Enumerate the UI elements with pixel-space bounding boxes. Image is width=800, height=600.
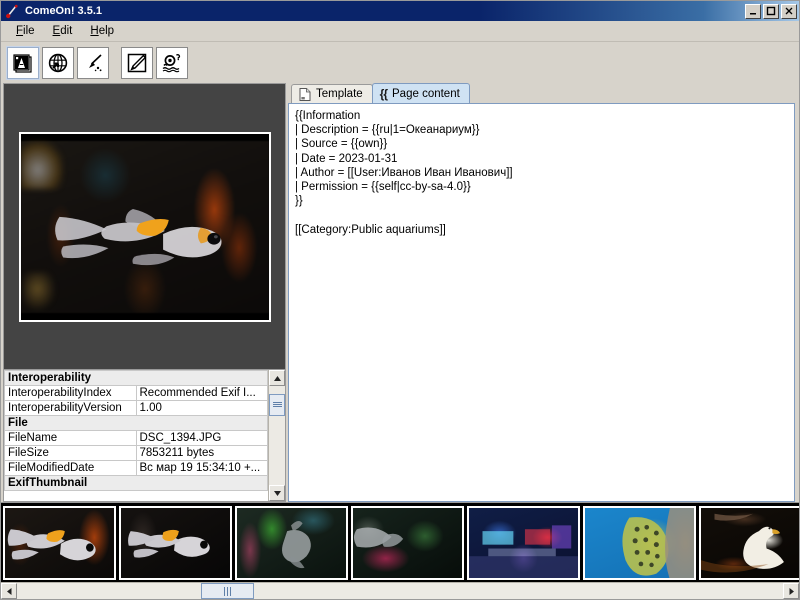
document-icon bbox=[299, 87, 311, 101]
preview-blurred-fish-top bbox=[20, 140, 63, 189]
table-section-row: Interoperability bbox=[4, 370, 268, 386]
toolbar-help-button[interactable] bbox=[156, 46, 188, 79]
scroll-left-button[interactable] bbox=[1, 583, 17, 599]
thumbnail-moray-eel bbox=[622, 507, 694, 578]
app-icon bbox=[5, 3, 21, 19]
table-section-row: ExifThumbnail bbox=[4, 475, 268, 491]
toolbar-wand-button[interactable] bbox=[77, 46, 109, 79]
thumbnail-horizontal-scrollbar[interactable] bbox=[1, 582, 799, 599]
wand-icon bbox=[81, 51, 105, 75]
page-content-editor[interactable]: {{Information | Description = {{ru|1=Оке… bbox=[288, 103, 795, 502]
thumbnail-6[interactable] bbox=[583, 505, 696, 580]
thumbnail-swan bbox=[701, 513, 784, 573]
scroll-right-button[interactable] bbox=[783, 583, 799, 599]
table-row[interactable]: FileName DSC_1394.JPG bbox=[4, 430, 268, 446]
metadata-vertical-scrollbar[interactable] bbox=[268, 370, 285, 501]
metadata-value: 7853211 bytes bbox=[135, 445, 268, 461]
braces-icon: {{ bbox=[379, 86, 388, 101]
thumbnail-scroll-track[interactable] bbox=[17, 583, 783, 599]
metadata-key: InteroperabilityIndex bbox=[4, 385, 137, 401]
scroll-grip-icon bbox=[272, 401, 282, 408]
metadata-key: FileName bbox=[4, 430, 137, 446]
metadata-value: Recommended Exif I... bbox=[135, 385, 268, 401]
metadata-key: FileModifiedDate bbox=[4, 460, 137, 476]
menu-edit[interactable]: Edit bbox=[44, 23, 82, 39]
close-button[interactable] bbox=[781, 3, 797, 19]
main-body: Interoperability InteroperabilityIndex R… bbox=[1, 83, 799, 502]
window-controls bbox=[745, 3, 797, 19]
table-row[interactable]: InteroperabilityIndex Recommended Exif I… bbox=[4, 385, 268, 401]
application-window: ComeOn! 3.5.1 File Edit Help Interoperab… bbox=[0, 0, 800, 600]
thumbnail-5[interactable] bbox=[467, 505, 580, 580]
metadata-section-label: File bbox=[4, 415, 268, 431]
toolbar-images-button[interactable] bbox=[6, 45, 40, 80]
metadata-key: InteroperabilityVersion bbox=[4, 400, 137, 416]
tab-page-content-label: Page content bbox=[392, 87, 460, 100]
metadata-table: Interoperability InteroperabilityIndex R… bbox=[4, 370, 268, 491]
table-row[interactable]: FileModifiedDate Вс мар 19 15:34:10 +... bbox=[4, 460, 268, 476]
menu-bar: File Edit Help bbox=[1, 21, 799, 42]
table-section-row: File bbox=[4, 415, 268, 431]
thumbnail-4[interactable] bbox=[351, 505, 464, 580]
help-person-icon bbox=[160, 51, 184, 75]
page-content-text: {{Information | Description = {{ru|1=Оке… bbox=[295, 110, 513, 236]
left-pane: Interoperability InteroperabilityIndex R… bbox=[3, 83, 286, 502]
metadata-key: FileSize bbox=[4, 445, 137, 461]
thumbnail-1[interactable] bbox=[3, 505, 116, 580]
metadata-scroll-thumb[interactable] bbox=[269, 393, 285, 416]
tab-page-content[interactable]: {{ Page content bbox=[371, 83, 470, 103]
toolbar bbox=[1, 42, 799, 83]
thumbnail-fish-3 bbox=[282, 520, 311, 568]
menu-file-label: ile bbox=[23, 25, 35, 37]
edit-pencil-icon bbox=[125, 51, 149, 75]
preview-fish-subject bbox=[55, 208, 222, 266]
scroll-grip-icon bbox=[224, 586, 232, 596]
thumbnail-scroll-thumb[interactable] bbox=[200, 583, 255, 599]
globe-upload-icon bbox=[46, 51, 70, 75]
minimize-button[interactable] bbox=[745, 3, 761, 19]
preview-blurred-object bbox=[22, 272, 56, 310]
thumbnail-fish-1 bbox=[7, 528, 96, 560]
thumbnail-strip[interactable] bbox=[1, 502, 799, 582]
right-pane: Template {{ Page content {{Information |… bbox=[288, 83, 797, 502]
selected-image-preview[interactable] bbox=[3, 83, 286, 370]
table-row[interactable]: FileSize 7853211 bytes bbox=[4, 445, 268, 461]
toolbar-edit-button[interactable] bbox=[121, 46, 153, 79]
thumbnail-aquarium-hall bbox=[469, 524, 578, 578]
maximize-button[interactable] bbox=[763, 3, 779, 19]
toolbar-separator bbox=[112, 47, 118, 79]
images-icon bbox=[11, 51, 35, 75]
thumbnail-3[interactable] bbox=[235, 505, 348, 580]
thumbnail-2[interactable] bbox=[119, 505, 232, 580]
metadata-value: Вс мар 19 15:34:10 +... bbox=[135, 460, 268, 476]
tab-strip: Template {{ Page content bbox=[288, 83, 795, 103]
window-title: ComeOn! 3.5.1 bbox=[25, 5, 103, 17]
tab-template[interactable]: Template bbox=[291, 84, 373, 103]
metadata-section-label: Interoperability bbox=[4, 370, 268, 386]
menu-help[interactable]: Help bbox=[81, 23, 123, 39]
preview-photo-frame bbox=[18, 131, 271, 322]
tab-template-label: Template bbox=[316, 88, 363, 100]
metadata-value: 1.00 bbox=[135, 400, 268, 416]
thumbnail-7[interactable] bbox=[699, 505, 799, 580]
metadata-scroll-track[interactable] bbox=[269, 386, 285, 485]
scroll-down-button[interactable] bbox=[269, 485, 285, 501]
thumbnail-fish-2 bbox=[128, 529, 210, 558]
scroll-up-button[interactable] bbox=[269, 370, 285, 386]
metadata-panel: Interoperability InteroperabilityIndex R… bbox=[3, 370, 286, 502]
menu-edit-label: dit bbox=[60, 25, 73, 37]
metadata-table-viewport: Interoperability InteroperabilityIndex R… bbox=[4, 370, 268, 501]
metadata-section-label: ExifThumbnail bbox=[4, 475, 268, 491]
thumbnail-fish-4 bbox=[353, 526, 404, 547]
toolbar-upload-button[interactable] bbox=[42, 46, 74, 79]
menu-file[interactable]: File bbox=[7, 23, 44, 39]
menu-help-label: elp bbox=[98, 25, 115, 37]
metadata-value: DSC_1394.JPG bbox=[135, 430, 268, 446]
table-row[interactable]: InteroperabilityVersion 1.00 bbox=[4, 400, 268, 416]
title-bar: ComeOn! 3.5.1 bbox=[1, 1, 799, 21]
